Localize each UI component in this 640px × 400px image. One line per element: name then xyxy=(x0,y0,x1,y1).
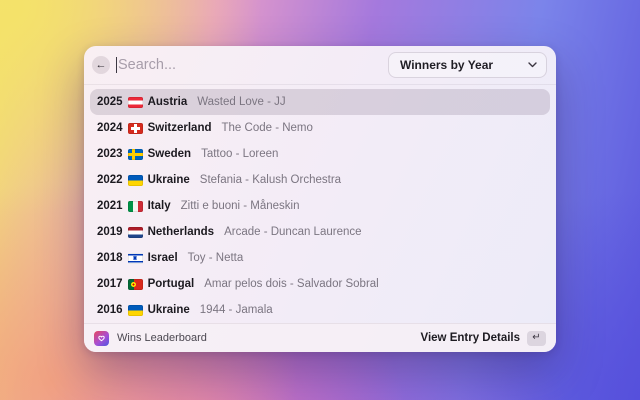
results-list: 2025 Austria Wasted Love - JJ 2024 Switz… xyxy=(84,85,556,323)
back-button[interactable]: ← xyxy=(92,56,110,74)
launcher-window: ← Winners by Year 2025 Austria Wasted Lo… xyxy=(84,46,556,352)
netherlands-flag-icon xyxy=(128,227,143,238)
entry-song-artist: The Code - Nemo xyxy=(222,122,313,134)
footer-bar: Wins Leaderboard View Entry Details ↵ xyxy=(84,323,556,352)
entry-year: 2021 xyxy=(97,200,123,212)
entry-year: 2016 xyxy=(97,304,123,316)
entry-country: Switzerland xyxy=(148,122,212,134)
chevron-down-icon xyxy=(528,62,537,68)
list-item-2016[interactable]: 2016 Ukraine 1944 - Jamala xyxy=(90,297,550,323)
entry-country: Austria xyxy=(148,96,188,108)
entry-country: Ukraine xyxy=(148,174,190,186)
entry-year: 2018 xyxy=(97,252,123,264)
entry-country: Italy xyxy=(148,200,171,212)
search-input[interactable] xyxy=(117,57,378,73)
ukraine-flag-icon xyxy=(128,175,143,186)
list-item-2024[interactable]: 2024 Switzerland The Code - Nemo xyxy=(90,115,550,141)
entry-country: Netherlands xyxy=(148,226,214,238)
heart-icon xyxy=(97,334,106,343)
austria-flag-icon xyxy=(128,97,143,108)
entry-country: Sweden xyxy=(148,148,191,160)
list-item-2017[interactable]: 2017 Portugal Amar pelos dois - Salvador… xyxy=(90,271,550,297)
switzerland-flag-icon xyxy=(128,123,143,134)
entry-song-artist: 1944 - Jamala xyxy=(200,304,273,316)
entry-year: 2017 xyxy=(97,278,123,290)
app-name-label: Wins Leaderboard xyxy=(117,332,207,344)
entry-year: 2023 xyxy=(97,148,123,160)
israel-flag-icon xyxy=(128,253,143,264)
entry-year: 2019 xyxy=(97,226,123,238)
sweden-flag-icon xyxy=(128,149,143,160)
return-key-icon: ↵ xyxy=(527,331,546,346)
entry-song-artist: Tattoo - Loreen xyxy=(201,148,278,160)
heart-app-icon xyxy=(94,331,109,346)
entry-song-artist: Stefania - Kalush Orchestra xyxy=(200,174,341,186)
list-item-2023[interactable]: 2023 Sweden Tattoo - Loreen xyxy=(90,141,550,167)
search-field-wrap xyxy=(116,57,378,73)
back-arrow-icon: ← xyxy=(96,60,107,71)
entry-song-artist: Arcade - Duncan Laurence xyxy=(224,226,361,238)
mode-dropdown[interactable]: Winners by Year xyxy=(388,52,547,78)
list-item-2025[interactable]: 2025 Austria Wasted Love - JJ xyxy=(90,89,550,115)
entry-song-artist: Amar pelos dois - Salvador Sobral xyxy=(204,278,379,290)
entry-year: 2025 xyxy=(97,96,123,108)
action-label: View Entry Details xyxy=(421,332,521,344)
list-item-2019[interactable]: 2019 Netherlands Arcade - Duncan Laurenc… xyxy=(90,219,550,245)
entry-song-artist: Zitti e buoni - Måneskin xyxy=(181,200,300,212)
entry-year: 2024 xyxy=(97,122,123,134)
portugal-flag-icon xyxy=(128,279,143,290)
list-item-2022[interactable]: 2022 Ukraine Stefania - Kalush Orchestra xyxy=(90,167,550,193)
entry-year: 2022 xyxy=(97,174,123,186)
search-header: ← Winners by Year xyxy=(84,46,556,85)
italy-flag-icon xyxy=(128,201,143,212)
ukraine-flag-icon xyxy=(128,305,143,316)
entry-country: Israel xyxy=(148,252,178,264)
view-entry-details-button[interactable]: View Entry Details ↵ xyxy=(421,331,547,346)
return-glyph: ↵ xyxy=(532,333,540,343)
entry-country: Portugal xyxy=(148,278,195,290)
entry-song-artist: Wasted Love - JJ xyxy=(197,96,285,108)
mode-dropdown-value: Winners by Year xyxy=(400,58,493,72)
entry-country: Ukraine xyxy=(148,304,190,316)
list-item-2021[interactable]: 2021 Italy Zitti e buoni - Måneskin xyxy=(90,193,550,219)
list-item-2018[interactable]: 2018 Israel Toy - Netta xyxy=(90,245,550,271)
entry-song-artist: Toy - Netta xyxy=(188,252,244,264)
